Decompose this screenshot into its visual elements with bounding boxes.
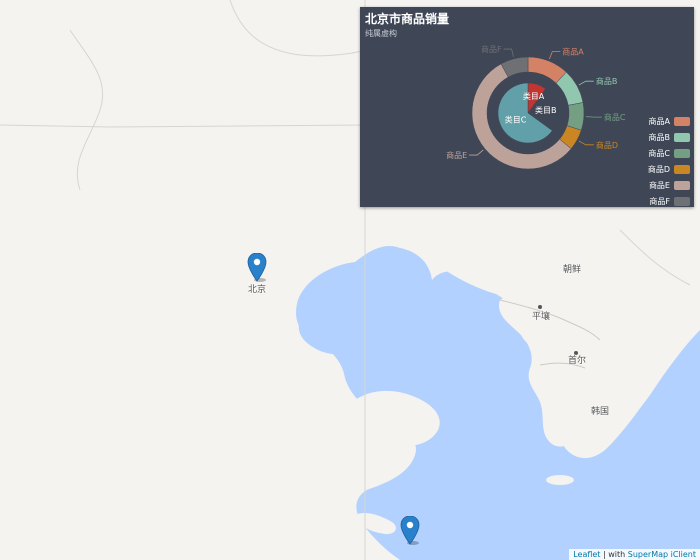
map-marker-icon[interactable] <box>247 253 267 283</box>
outer-slice-label: 商品D <box>596 140 618 150</box>
inner-slice-label: 类目B <box>535 105 557 115</box>
label-leader-line <box>585 116 602 118</box>
legend-swatch <box>674 132 690 142</box>
label-leader-line <box>578 140 594 146</box>
inner-slice-label: 类目A <box>523 91 545 101</box>
map-marker-icon[interactable] <box>400 516 420 546</box>
legend-swatch <box>674 116 690 126</box>
nested-pie-chart: 类目A 类目B 类目C 商品A 商品B 商品C 商品D 商品E 商品F <box>446 44 626 170</box>
label-south-korea: 韩国 <box>591 407 610 417</box>
label-seoul: 首尔 <box>568 356 587 366</box>
leaflet-link[interactable]: Leaflet <box>573 550 600 559</box>
outer-ring-slice[interactable] <box>566 102 585 131</box>
attribution-separator: | with <box>600 550 628 559</box>
legend-swatch <box>674 196 690 206</box>
legend-item[interactable]: 商品E <box>648 177 690 193</box>
jeju-island <box>546 475 574 485</box>
legend-label: 商品B <box>648 132 671 142</box>
outer-slice-label: 商品F <box>481 44 502 54</box>
outer-slice-label: 商品B <box>596 76 618 86</box>
label-pyongyang: 平壤 <box>532 312 551 322</box>
legend-item[interactable]: 商品B <box>648 129 690 145</box>
legend-label: 商品E <box>648 180 670 190</box>
label-beijing: 北京 <box>248 285 267 295</box>
legend-item[interactable]: 商品A <box>648 113 690 129</box>
legend-label: 商品A <box>648 116 670 126</box>
label-north-korea: 朝鲜 <box>563 265 582 275</box>
inner-slice-label: 类目C <box>505 114 527 124</box>
outer-slice-label: 商品C <box>604 112 626 122</box>
label-leader-line <box>578 80 594 86</box>
legend-label: 商品D <box>647 164 670 174</box>
supermap-link[interactable]: SuperMap iClient <box>628 550 696 559</box>
map-attribution: Leaflet | with SuperMap iClient <box>569 549 700 560</box>
legend-label: 商品F <box>649 196 670 206</box>
label-leader-line <box>548 51 561 60</box>
legend-swatch <box>674 164 690 174</box>
legend-item[interactable]: 商品C <box>648 145 690 161</box>
label-leader-line <box>469 149 484 156</box>
label-leader-line <box>503 48 514 57</box>
legend-item[interactable]: 商品D <box>648 161 690 177</box>
chart-legend: 商品A 商品B 商品C 商品D 商品E 商品F <box>648 113 690 209</box>
legend-label: 商品C <box>648 148 670 158</box>
outer-slice-label: 商品A <box>562 47 584 57</box>
chart-popup-panel: 北京市商品销量 纯属虚构 类目A 类目B 类目C 商品A 商品B 商品C 商品D 商品E 商品F… <box>360 7 694 207</box>
legend-swatch <box>674 148 690 158</box>
legend-swatch <box>674 180 690 190</box>
outer-slice-label: 商品E <box>446 150 467 160</box>
legend-item[interactable]: 商品F <box>648 193 690 209</box>
map-canvas[interactable]: 北京 朝鲜 平壤 首尔 韩国 北京市商品销量 纯属虚构 类目A 类目B 类目C 商品A… <box>0 0 700 560</box>
